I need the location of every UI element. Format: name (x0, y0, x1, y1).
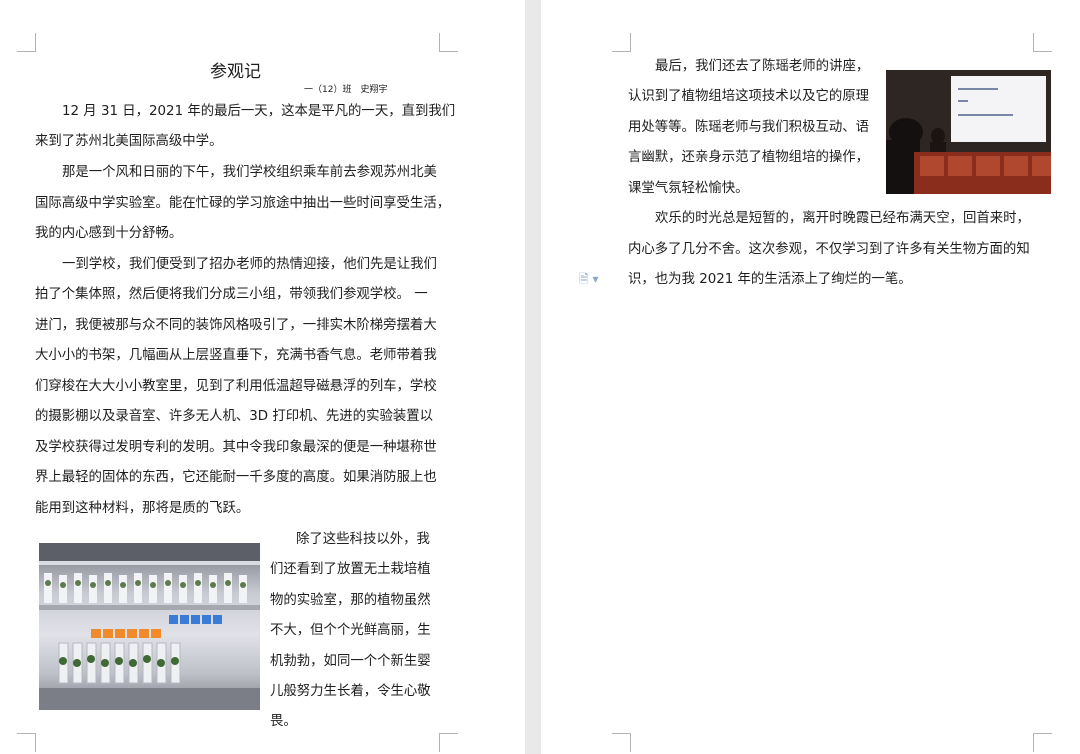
paragraph-line: 内心多了几分不舍。这次参观，不仅学习到了许多有关生物方面的知 (628, 242, 1030, 257)
paragraph-line: 来到了苏州北美国际高级中学。 (35, 134, 223, 149)
paragraph-line: 那是一个风和日丽的下午，我们学校组织乘车前去参观苏州北美 (62, 165, 437, 180)
paragraph-line: 们还看到了放置无土栽培植 (270, 562, 431, 577)
paragraph-line: 进门，我便被那与众不同的装饰风格吸引了，一排实木阶梯旁摆着大 (35, 318, 437, 333)
crop-mark (17, 33, 36, 52)
paragraph-line: 课堂气氛轻松愉快。 (628, 181, 749, 196)
paragraph-line: 拍了个集体照，然后便将我们分成三小组，带领我们参观学校。 一 (35, 287, 428, 302)
document-title: 参观记 (210, 62, 261, 82)
crop-mark (612, 33, 631, 52)
paragraph-line: 物的实验室，那的植物虽然 (270, 593, 431, 608)
paragraph-line: 机勃勃，如同一个个新生婴 (270, 654, 431, 669)
document-icon[interactable]: 🗎 ▾ (579, 270, 599, 291)
paragraph-line: 用处等等。陈瑶老师与我们积极互动、语 (628, 120, 870, 135)
paragraph-line: 界上最轻的固体的东西，它还能耐一千多度的高度。如果消防服上也 (35, 470, 437, 485)
paragraph-line: 认识到了植物组培这项技术以及它的原理 (628, 89, 870, 104)
paragraph-line: 儿般努力生长着，令生心敬 (270, 684, 431, 699)
paragraph-line: 我的内心感到十分舒畅。 (35, 226, 183, 241)
paragraph-line: 们穿梭在大大小小教室里，见到了利用低温超导磁悬浮的列车，学校 (35, 379, 437, 394)
author-byline: 一（12）班 史翔宇 (304, 85, 388, 95)
crop-mark (1033, 733, 1052, 752)
paragraph-line: 一到学校，我们便受到了招办老师的热情迎接，他们先是让我们 (62, 257, 437, 272)
paragraph-line: 不大，但个个光鲜高丽，生 (270, 623, 431, 638)
paragraph-line: 畏。 (270, 714, 297, 729)
paragraph-line: 欢乐的时光总是短暂的，离开时晚霞已经布满天空，回首来时， (655, 211, 1030, 226)
crop-mark (439, 33, 458, 52)
crop-mark (1033, 33, 1052, 52)
paragraph-line: 及学校获得过发明专利的发明。其中令我印象最深的便是一种堪称世 (35, 440, 437, 455)
paragraph-line: 除了这些科技以外，我 (296, 532, 430, 547)
paragraph-line: 的摄影棚以及录音室、许多无人机、3D 打印机、先进的实验装置以 (35, 409, 434, 424)
crop-mark (612, 733, 631, 752)
lecture-photo (886, 70, 1051, 194)
paragraph-line: 国际高级中学实验室。能在忙碌的学习旅途中抽出一些时间享受生活， (35, 196, 451, 211)
crop-mark (17, 733, 36, 752)
crop-mark (439, 733, 458, 752)
paragraph-line: 最后，我们还去了陈瑶老师的讲座， (655, 59, 870, 74)
paragraph-line: 12 月 31 日，2021 年的最后一天，这本是平凡的一天，直到我们 (62, 104, 456, 119)
lab-plants-photo (39, 543, 260, 710)
paragraph-line: 言幽默，还亲身示范了植物组培的操作， (628, 150, 870, 165)
document-page-1: 参观记 一（12）班 史翔宇 12 月 31 日，2021 年的最后一天，这本是… (0, 0, 525, 754)
paragraph-line: 识，也为我 2021 年的生活添上了绚烂的一笔。 (628, 272, 912, 287)
paragraph-line: 能用到这种材料，那将是质的飞跃。 (35, 501, 250, 516)
paragraph-line: 大小小的书架，几幅画从上层竖直垂下，充满书香气息。老师带着我 (35, 348, 437, 363)
